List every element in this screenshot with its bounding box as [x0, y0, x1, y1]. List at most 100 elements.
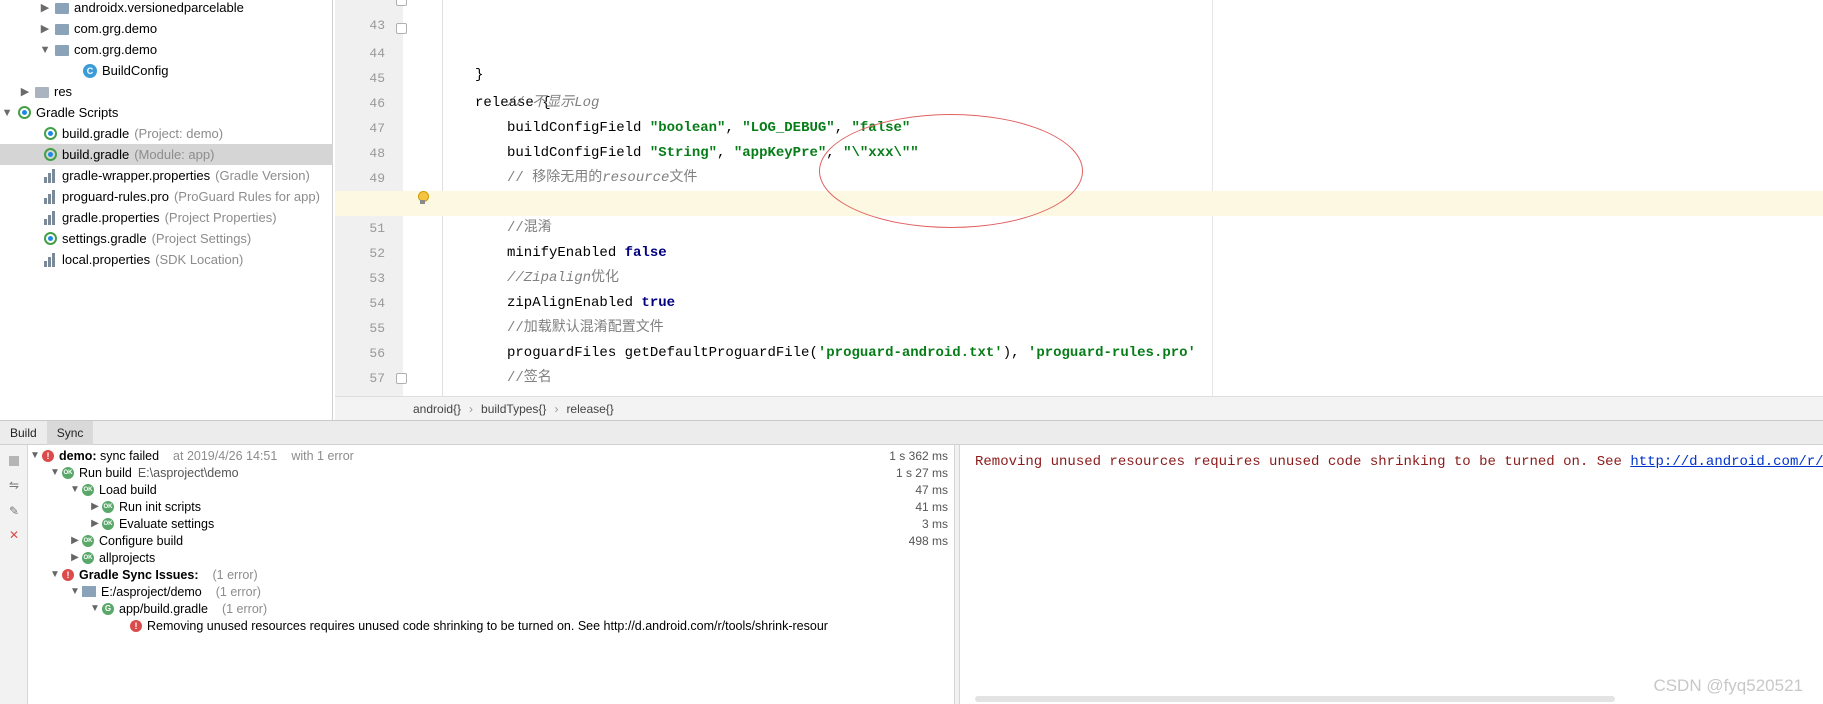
code-line-56[interactable]: 56 //签名: [335, 316, 1823, 386]
tree-row-evaluate-settings[interactable]: ▶ OK Evaluate settings 3 ms: [88, 515, 954, 532]
console-link[interactable]: http://d.android.com/r/tools: [1630, 454, 1823, 470]
check-icon: OK: [102, 500, 114, 513]
code-line-43[interactable]: 43 }: [335, 0, 1823, 83]
package-folder-icon: [54, 0, 70, 16]
code-line-51-current[interactable]: 51 minifyEnabled false: [335, 191, 1823, 261]
pin-icon[interactable]: ✎: [6, 503, 22, 519]
code-editor[interactable]: 43 } 44 release { 45 // 不显示Log 46 buildC…: [335, 0, 1823, 461]
fold-marker-icon[interactable]: [396, 0, 407, 6]
chevron-down-icon[interactable]: ▼: [28, 450, 42, 461]
code-line-44[interactable]: 44 release {: [335, 16, 1823, 111]
properties-icon: [42, 252, 58, 268]
tree-item-gradle-scripts[interactable]: ▼ Gradle Scripts: [0, 102, 333, 123]
task-label: Configure build: [99, 533, 184, 548]
tree-item-hint: (Module: app): [134, 147, 215, 162]
tree-row-gradle-sync-issues[interactable]: ▼ ! Gradle Sync Issues: (1 error): [48, 566, 954, 583]
chevron-right-icon[interactable]: ▶: [40, 1, 50, 14]
tree-item-settings-gradle[interactable]: settings.gradle (Project Settings): [0, 228, 333, 249]
code-line-53[interactable]: 53 zipAlignEnabled true: [335, 241, 1823, 311]
tree-item-build-gradle-module[interactable]: build.gradle (Module: app): [0, 144, 333, 165]
breadcrumb-item[interactable]: buildTypes{}: [481, 402, 546, 416]
build-toolbar: ⇋ ✎ ✕: [0, 445, 28, 704]
chevron-down-icon[interactable]: ▼: [40, 44, 51, 56]
check-icon: OK: [82, 551, 94, 564]
package-folder-icon: [54, 21, 70, 37]
tab-build[interactable]: Build: [0, 421, 47, 445]
task-label: Evaluate settings: [119, 516, 215, 531]
tool-window-tabs: Build Sync: [0, 420, 1823, 445]
tree-item-local-properties[interactable]: local.properties (SDK Location): [0, 249, 333, 270]
tree-item-proguard-rules[interactable]: proguard-rules.pro (ProGuard Rules for a…: [0, 186, 333, 207]
tree-row-app-build-gradle[interactable]: ▼ G app/build.gradle (1 error): [88, 600, 954, 617]
chevron-right-icon[interactable]: ▶: [88, 501, 102, 512]
tree-row-error-message[interactable]: ! Removing unused resources requires unu…: [130, 617, 902, 634]
fold-marker-icon[interactable]: [396, 373, 407, 384]
duration: 41 ms: [915, 499, 948, 514]
tree-item-label: com.grg.demo: [74, 42, 158, 57]
tree-item-com-grg-demo[interactable]: ▶ com.grg.demo: [0, 18, 333, 39]
chevron-right-icon[interactable]: ▶: [88, 518, 102, 529]
tree-item-label: build.gradle: [62, 126, 130, 141]
lightbulb-icon[interactable]: [417, 191, 429, 205]
task-label: Run build: [79, 465, 132, 480]
chevron-down-icon[interactable]: ▼: [68, 484, 82, 495]
tree-item-label: Gradle Scripts: [36, 105, 119, 120]
code-line-47[interactable]: 47 buildConfigField "String", "appKeyPre…: [335, 91, 1823, 161]
tree-item-com-grg-demo-expanded[interactable]: ▼ com.grg.demo: [0, 39, 333, 60]
properties-icon: [42, 168, 58, 184]
console-message: Removing unused resources requires unuse…: [975, 454, 1823, 470]
stop-icon[interactable]: [6, 453, 22, 469]
check-icon: OK: [62, 466, 74, 479]
code-line-55[interactable]: 55 proguardFiles getDefaultProguardFile(…: [335, 291, 1823, 361]
tree-row-run-build[interactable]: ▼ OK Run build E:\asproject\demo 1 s 27 …: [48, 464, 954, 481]
tree-item-hint: (ProGuard Rules for app): [173, 189, 320, 204]
chevron-down-icon[interactable]: ▼: [2, 107, 13, 119]
breadcrumb-item[interactable]: release{}: [566, 402, 613, 416]
code-line-46[interactable]: 46 buildConfigField "boolean", "LOG_DEBU…: [335, 66, 1823, 136]
code-line-58[interactable]: 58 }: [335, 366, 1823, 461]
close-icon[interactable]: ✕: [6, 527, 22, 543]
tab-sync[interactable]: Sync: [46, 421, 94, 445]
resource-folder-icon: [34, 84, 50, 100]
chevron-right-icon[interactable]: ▶: [40, 22, 50, 35]
chevron-down-icon[interactable]: ▼: [48, 569, 62, 580]
tree-item-build-gradle-project[interactable]: build.gradle (Project: demo): [0, 123, 333, 144]
error-count: (1 error): [212, 567, 258, 582]
tree-item-gradle-properties[interactable]: gradle.properties (Project Properties): [0, 207, 333, 228]
error-icon: !: [42, 449, 54, 462]
tree-item-label: build.gradle: [62, 147, 130, 162]
code-line-54[interactable]: 54 //加载默认混淆配置文件: [335, 266, 1823, 336]
tree-item-label: res: [54, 84, 73, 99]
chevron-down-icon[interactable]: ▼: [68, 586, 82, 597]
annotation-ellipse: [819, 114, 1083, 228]
tree-row-demo[interactable]: ▼ ! demo: sync failed at 2019/4/26 14:51…: [28, 447, 954, 464]
chevron-right-icon[interactable]: ▶: [20, 85, 30, 98]
tree-row-run-init-scripts[interactable]: ▶ OK Run init scripts 41 ms: [88, 498, 954, 515]
code-line-48[interactable]: 48 // 移除无用的resource文件: [335, 116, 1823, 186]
toggle-view-icon[interactable]: ⇋: [6, 477, 22, 493]
horizontal-scrollbar[interactable]: [975, 696, 1615, 702]
tree-item-hint: (Gradle Version): [215, 168, 310, 183]
tree-row-load-build[interactable]: ▼ OK Load build 47 ms: [68, 481, 954, 498]
tree-item-res[interactable]: ▶ res: [0, 81, 333, 102]
duration: 47 ms: [915, 482, 948, 497]
code-line-45[interactable]: 45 // 不显示Log: [335, 41, 1823, 111]
code-line-57[interactable]: 57 signingConfig signingConfigs.release: [335, 341, 1823, 411]
tree-row-asproject-demo[interactable]: ▼ E:/asproject/demo (1 error): [68, 583, 954, 600]
chevron-right-icon[interactable]: ▶: [68, 535, 82, 546]
chevron-down-icon[interactable]: ▼: [48, 467, 62, 478]
tree-row-allprojects[interactable]: ▶ OK allprojects: [68, 549, 954, 566]
code-line-52[interactable]: 52 //Zipalign优化: [335, 216, 1823, 286]
tree-item-buildconfig[interactable]: C BuildConfig: [0, 60, 333, 81]
build-errors: with 1 error: [291, 448, 354, 463]
tree-item-label: gradle-wrapper.properties: [62, 168, 211, 183]
gradle-file-icon: G: [102, 602, 114, 615]
tree-row-configure-build[interactable]: ▶ OK Configure build 498 ms: [68, 532, 954, 549]
chevron-right-icon[interactable]: ▶: [68, 552, 82, 563]
tree-item-androidx-versionedparcelable[interactable]: ▶ androidx.versionedparcelable: [0, 0, 333, 18]
chevron-down-icon[interactable]: ▼: [88, 603, 102, 614]
breadcrumb-item[interactable]: android{}: [413, 402, 461, 416]
fold-marker-icon[interactable]: [396, 23, 407, 34]
tree-item-gradle-wrapper-properties[interactable]: gradle-wrapper.properties (Gradle Versio…: [0, 165, 333, 186]
check-icon: OK: [82, 483, 94, 496]
